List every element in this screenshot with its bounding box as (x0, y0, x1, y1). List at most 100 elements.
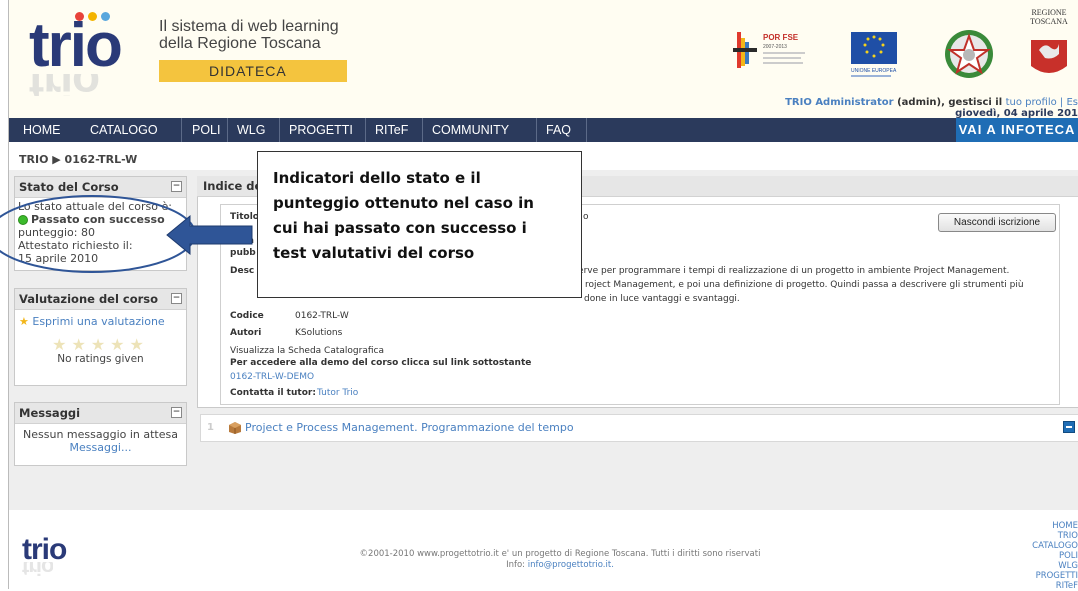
rating-star-icon[interactable]: ★ (52, 335, 71, 354)
codice-value: 0162-TRL-W (295, 311, 349, 321)
trio-logo[interactable]: trio trio (29, 10, 147, 96)
info-prefix: Info: (506, 560, 528, 570)
collapse-icon[interactable]: − (171, 293, 182, 304)
stato-corso-body: Lo stato attuale del corso è: Passato co… (15, 198, 186, 267)
tutor-label: Contatta il tutor: (230, 388, 316, 398)
rating-star-icon[interactable]: ★ (91, 335, 110, 354)
por-years-text: 2007-2013 (763, 44, 787, 50)
footer-link-catalogo[interactable]: CATALOGO (1032, 541, 1078, 551)
descrizione-line-2: roject Management, e poi una definizione… (585, 280, 1024, 290)
indice-title: Indice de (203, 179, 263, 193)
descrizione-label: Desc (230, 266, 255, 276)
no-ratings-text: No ratings given (57, 353, 144, 365)
nav-separator (586, 118, 587, 142)
nav-ritef[interactable]: RITeF (375, 118, 408, 142)
por-fse-icon: POR FSE 2007-2013 (733, 32, 805, 68)
callout-line-4: test valutativi del corso (273, 244, 475, 262)
stato-corso-header: Stato del Corso − (15, 177, 186, 198)
tagline-line-2: della Regione Toscana (159, 35, 321, 52)
section-title-link[interactable]: Project e Process Management. Programmaz… (245, 421, 574, 434)
stato-corso-box: Stato del Corso − Lo stato attuale del c… (14, 176, 187, 271)
scheda-catalografica-link[interactable]: Visualizza la Scheda Catalografica (230, 346, 384, 356)
messaggi-header: Messaggi − (15, 403, 186, 424)
package-icon (228, 421, 242, 437)
didateca-label: DIDATECA (159, 60, 347, 82)
demo-link[interactable]: 0162-TRL-W-DEMO (230, 372, 314, 382)
tagline-line-1: Il sistema di web learning (159, 18, 339, 35)
messaggi-body: Nessun messaggio in attesa Messaggi... (15, 424, 186, 454)
eu-logo: UNIONE EUROPEA (847, 24, 907, 82)
messaggi-link[interactable]: Messaggi... (15, 441, 186, 454)
profile-link[interactable]: tuo profilo (1006, 97, 1057, 108)
stato-score: punteggio: 80 (18, 226, 95, 239)
autori-value: KSolutions (295, 328, 343, 338)
collapse-icon[interactable]: − (171, 407, 182, 418)
nav-poli[interactable]: POLI (192, 118, 221, 142)
nav-wlg[interactable]: WLG (237, 118, 265, 142)
valutazione-box: Valutazione del corso − ★ Esprimi una va… (14, 288, 187, 386)
star-icon: ★ (19, 315, 29, 328)
status-green-dot-icon (18, 215, 28, 225)
breadcrumb[interactable]: TRIO ▶ 0162-TRL-W (19, 153, 137, 166)
footer-link-trio[interactable]: TRIO (1032, 531, 1078, 541)
site-header: trio trio Il sistema di web learning del… (9, 0, 1078, 119)
repubblica-emblem (939, 24, 1001, 82)
regione-toscana-icon: REGIONE TOSCANA (1030, 8, 1068, 73)
pubb-label: pubb (230, 248, 256, 258)
user-role: (admin), gestisci il (893, 97, 1006, 108)
nav-progetti[interactable]: PROGETTI (289, 118, 353, 142)
nav-separator (181, 118, 182, 142)
section-number: 1 (207, 422, 214, 433)
footer-link-ritef[interactable]: RITeF (1032, 581, 1078, 591)
rating-star-icon[interactable]: ★ (71, 335, 90, 354)
course-section-row[interactable]: 1 Project e Process Management. Programm… (200, 414, 1078, 442)
exit-link[interactable]: | Es (1057, 97, 1078, 108)
rating-star-icon[interactable]: ★ (110, 335, 129, 354)
callout-line-1: Indicatori dello stato e il (273, 169, 481, 187)
footer-link-progetti[interactable]: PROGETTI (1032, 571, 1078, 581)
data-label: Data (230, 236, 254, 246)
collapse-section-icon[interactable] (1063, 421, 1075, 433)
nav-catalogo[interactable]: CATALOGO (90, 118, 158, 142)
copyright-text: ©2001-2010 www.progettotrio.it e' un pro… (359, 549, 761, 559)
nav-community[interactable]: COMMUNITY (432, 118, 509, 142)
info-email-link[interactable]: info@progettotrio.it. (528, 560, 614, 570)
footer-link-poli[interactable]: POLI (1032, 551, 1078, 561)
rating-star-icon[interactable]: ★ (130, 335, 149, 354)
descrizione-line-1: i serve per programmare i tempi di reali… (568, 266, 1010, 276)
esprimi-valutazione-link[interactable]: Esprimi una valutazione (32, 315, 164, 328)
nav-separator (422, 118, 423, 142)
eu-flag-icon: UNIONE EUROPEA (851, 32, 897, 77)
footer-link-home[interactable]: HOME (1032, 521, 1078, 531)
toscana-text: TOSCANA (1030, 17, 1068, 26)
messaggi-title: Messaggi (19, 406, 81, 420)
stato-intro: Lo stato attuale del corso è: (18, 200, 172, 213)
codice-label: Codice (230, 311, 264, 321)
nav-home[interactable]: HOME (23, 118, 61, 142)
valutazione-link-row[interactable]: ★ Esprimi una valutazione (15, 310, 186, 333)
por-fse-text: POR FSE (763, 33, 799, 42)
ue-text: UNIONE EUROPEA (851, 68, 897, 74)
annotation-callout: Indicatori dello stato e il punteggio ot… (257, 151, 582, 298)
stato-attestato: Attestato richiesto il: (18, 239, 133, 252)
rating-stars[interactable]: ★★★★★ (15, 337, 186, 353)
tutor-link[interactable]: Tutor Trio (317, 388, 358, 398)
user-name[interactable]: TRIO Administrator (785, 97, 894, 108)
collapse-icon[interactable]: − (171, 181, 182, 192)
nav-separator (365, 118, 366, 142)
stato-status: Passato con successo (18, 213, 183, 226)
vai-a-infoteca-button[interactable]: VAI A INFOTECA (956, 118, 1078, 142)
titolo-value: o (583, 212, 589, 222)
por-fse-logo: POR FSE 2007-2013 (731, 24, 821, 82)
nav-faq[interactable]: FAQ (546, 118, 571, 142)
stato-attestato-date: 15 aprile 2010 (18, 252, 99, 265)
footer-copyright: ©2001-2010 www.progettotrio.it e' un pro… (310, 549, 810, 571)
nav-separator (227, 118, 228, 142)
footer-link-wlg[interactable]: WLG (1032, 561, 1078, 571)
autori-label: Autori (230, 328, 262, 338)
footer-logo-reflection: trio (22, 562, 54, 576)
footer-trio-logo[interactable]: trio (22, 535, 67, 565)
logo-reflection: trio (29, 74, 147, 96)
valutazione-title: Valutazione del corso (19, 292, 159, 306)
nascondi-iscrizione-button[interactable]: Nascondi iscrizione (938, 213, 1056, 232)
